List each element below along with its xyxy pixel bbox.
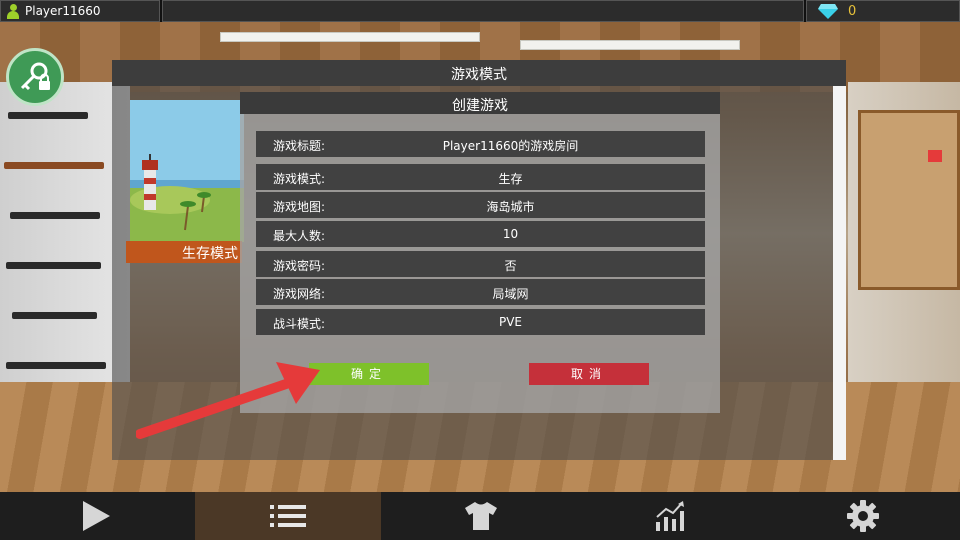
confirm-button[interactable]: 确定 <box>309 363 429 385</box>
field-row-network[interactable]: 游戏网络: 局域网 <box>256 279 705 305</box>
nav-play[interactable] <box>3 492 189 540</box>
player-icon <box>7 4 19 19</box>
field-label: 最大人数: <box>273 229 326 243</box>
field-label: 游戏模式: <box>273 172 326 186</box>
rifle-decor <box>10 212 100 219</box>
nav-stats[interactable] <box>577 492 763 540</box>
list-icon <box>270 505 306 527</box>
gem-count: 0 <box>848 4 857 19</box>
create-game-title-bar: 创建游戏 <box>240 92 720 114</box>
field-value: PVE <box>498 315 523 329</box>
nav-outfit[interactable] <box>388 492 574 540</box>
gear-icon <box>847 500 879 532</box>
field-row-password[interactable]: 游戏密码: 否 <box>256 251 705 277</box>
top-status-bar: Player11660 0 <box>0 0 960 22</box>
field-label: 游戏地图: <box>273 200 326 214</box>
mode-label: 生存模式 <box>182 246 238 262</box>
field-value: 10 <box>502 227 519 241</box>
field-row-combat-mode[interactable]: 战斗模式: PVE <box>256 309 705 335</box>
ceiling-light <box>220 32 480 42</box>
top-bar-center <box>162 0 804 22</box>
field-value: 生存 <box>498 172 523 186</box>
shirt-icon <box>465 502 497 530</box>
field-row-game-title[interactable]: 游戏标题: Player11660的游戏房间 <box>256 131 705 157</box>
rifle-decor <box>6 362 106 369</box>
play-icon <box>83 501 110 531</box>
field-value: 海岛城市 <box>486 200 535 214</box>
rifle-decor <box>6 262 101 269</box>
field-label: 游戏密码: <box>273 259 326 273</box>
field-label: 游戏网络: <box>273 287 326 301</box>
field-value: 否 <box>504 259 517 273</box>
dialog-scrollbar[interactable] <box>833 86 846 460</box>
lighthouse-island-image <box>130 100 244 242</box>
gem-balance[interactable]: 0 <box>806 0 960 22</box>
field-value: 局域网 <box>492 287 529 301</box>
ceiling-light <box>520 40 740 50</box>
rifle-decor <box>4 162 104 169</box>
stats-chart-icon <box>656 501 684 531</box>
nav-settings[interactable] <box>770 492 956 540</box>
weapon-wall-left <box>0 82 130 412</box>
field-row-game-map[interactable]: 游戏地图: 海岛城市 <box>256 192 705 218</box>
rifle-decor <box>12 312 97 319</box>
key-lock-icon <box>20 62 50 91</box>
field-label: 战斗模式: <box>273 317 326 331</box>
field-label: 游戏标题: <box>273 139 326 153</box>
nav-list[interactable] <box>195 492 381 540</box>
player-name: Player11660 <box>25 4 101 18</box>
target-rack <box>858 110 960 290</box>
target-marker <box>928 150 942 162</box>
bottom-nav-bar <box>0 492 960 540</box>
pointer-arrow-icon <box>136 362 320 439</box>
dialog-title-bar: 游戏模式 <box>112 60 846 86</box>
field-row-max-players[interactable]: 最大人数: 10 <box>256 221 705 247</box>
key-lock-button[interactable] <box>6 48 64 106</box>
mode-label-banner: 生存模式 <box>126 241 242 263</box>
field-value: Player11660的游戏房间 <box>442 139 579 153</box>
dialog-title: 游戏模式 <box>451 67 507 83</box>
player-info[interactable]: Player11660 <box>0 0 160 22</box>
diamond-icon <box>818 4 838 19</box>
create-game-title: 创建游戏 <box>452 98 508 114</box>
field-row-game-mode[interactable]: 游戏模式: 生存 <box>256 164 705 190</box>
survival-mode-card[interactable] <box>130 100 244 242</box>
rifle-decor <box>8 112 88 119</box>
cancel-button[interactable]: 取消 <box>529 363 649 385</box>
